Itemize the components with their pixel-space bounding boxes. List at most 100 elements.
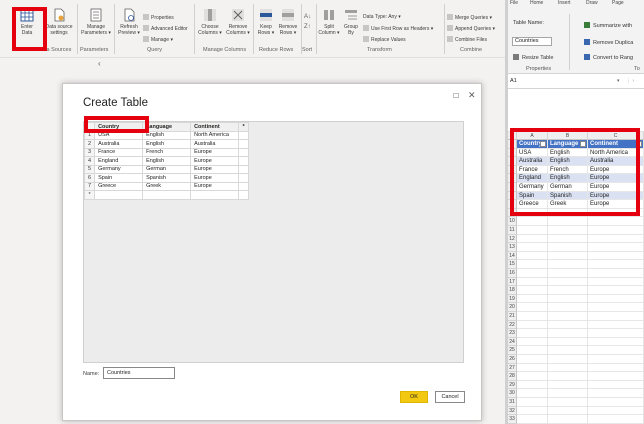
manage-button[interactable]: Manage ▾ [143, 36, 173, 43]
excel-table-cell[interactable]: North America [588, 148, 644, 158]
empty-sheet-cell[interactable] [548, 208, 588, 218]
empty-sheet-cell[interactable] [548, 303, 588, 312]
row-header[interactable]: 21 [508, 312, 517, 321]
summarize-pivot-button[interactable]: Summarize with [584, 22, 632, 29]
empty-sheet-cell[interactable] [548, 294, 588, 304]
cell-country[interactable]: USA [94, 130, 144, 140]
empty-sheet-cell[interactable] [548, 337, 588, 347]
empty-sheet-cell[interactable] [588, 329, 644, 338]
replace-values-button[interactable]: Replace Values [363, 36, 406, 43]
row-header[interactable]: 22 [508, 320, 517, 330]
empty-sheet-cell[interactable] [588, 346, 644, 355]
advanced-editor-button[interactable]: Advanced Editor [143, 25, 188, 32]
row-header[interactable]: 14 [508, 251, 517, 261]
row-header[interactable]: 23 [508, 329, 517, 338]
select-all-corner[interactable] [508, 132, 517, 140]
row-header[interactable]: 13 [508, 243, 517, 252]
cell-continent[interactable]: North America [190, 130, 240, 140]
empty-sheet-cell[interactable] [588, 415, 644, 424]
empty-sheet-cell[interactable] [517, 329, 548, 338]
remove-rows-button[interactable]: Remove Rows ▾ [277, 8, 299, 36]
empty-sheet-cell[interactable] [588, 226, 644, 235]
grid-new-row[interactable]: * [83, 190, 250, 200]
empty-sheet-cell[interactable] [517, 286, 548, 295]
remove-duplicates-button[interactable]: Remove Duplica [584, 39, 633, 46]
close-icon[interactable]: ✕ [468, 90, 476, 101]
empty-sheet-cell[interactable] [548, 320, 588, 330]
row-header[interactable]: 29 [508, 380, 517, 390]
empty-sheet-cell[interactable] [517, 355, 548, 364]
row-header[interactable]: 7 [508, 191, 517, 201]
empty-sheet-cell[interactable] [517, 415, 548, 424]
empty-cell[interactable] [238, 181, 250, 191]
excel-table-header-cell[interactable]: Language [548, 140, 588, 149]
empty-sheet-cell[interactable] [548, 286, 588, 295]
empty-sheet-cell[interactable] [588, 406, 644, 416]
row-header[interactable]: 16 [508, 269, 517, 278]
empty-sheet-cell[interactable] [588, 389, 644, 398]
empty-cell[interactable] [238, 164, 250, 174]
excel-table-cell[interactable]: Spanish [548, 191, 588, 201]
empty-cell[interactable] [142, 190, 192, 200]
cell-country[interactable]: Spain [94, 173, 144, 183]
empty-sheet-cell[interactable] [548, 363, 588, 373]
empty-sheet-cell[interactable] [588, 217, 644, 226]
cell-language[interactable]: French [142, 147, 192, 157]
filter-dropdown-icon[interactable] [636, 141, 642, 147]
empty-cell[interactable] [238, 173, 250, 183]
refresh-preview-button[interactable]: Refresh Preview ▾ [117, 8, 141, 36]
merge-queries-button[interactable]: Merge Queries ▾ [447, 14, 492, 21]
empty-sheet-cell[interactable] [588, 337, 644, 347]
table-name-input[interactable]: Countries [103, 367, 175, 379]
cell-country[interactable]: Greece [94, 181, 144, 191]
excel-table-header-cell[interactable]: Continent [588, 140, 644, 149]
excel-table-cell[interactable]: Australia [588, 157, 644, 166]
keep-rows-button[interactable]: Keep Rows ▾ [256, 8, 276, 36]
row-header[interactable]: 25 [508, 346, 517, 355]
excel-table-cell[interactable]: Europe [588, 174, 644, 183]
row-header[interactable]: 12 [508, 234, 517, 244]
empty-cell[interactable] [238, 130, 250, 140]
row-header[interactable]: 18 [508, 286, 517, 295]
column-header[interactable]: A [517, 132, 548, 140]
empty-sheet-cell[interactable] [517, 234, 548, 244]
row-header[interactable]: 30 [508, 389, 517, 398]
empty-sheet-cell[interactable] [517, 337, 548, 347]
empty-sheet-cell[interactable] [548, 312, 588, 321]
split-column-button[interactable]: Split Column ▾ [318, 8, 340, 36]
cell-continent[interactable]: Europe [190, 181, 240, 191]
empty-sheet-cell[interactable] [548, 217, 588, 226]
empty-sheet-cell[interactable] [588, 269, 644, 278]
empty-sheet-cell[interactable] [588, 243, 644, 252]
empty-sheet-cell[interactable] [588, 234, 644, 244]
empty-cell[interactable] [94, 190, 144, 200]
empty-sheet-cell[interactable] [548, 406, 588, 416]
excel-table-cell[interactable]: Europe [588, 183, 644, 192]
cell-continent[interactable]: Europe [190, 164, 240, 174]
empty-sheet-cell[interactable] [517, 380, 548, 390]
cell-continent[interactable]: Europe [190, 156, 240, 166]
group-by-button[interactable]: Group By [342, 8, 360, 36]
data-source-settings-button[interactable]: Data source settings [44, 8, 74, 36]
tab-file[interactable]: File [510, 0, 518, 6]
cell-language[interactable]: German [142, 164, 192, 174]
excel-table-cell[interactable]: Europe [588, 191, 644, 201]
empty-sheet-cell[interactable] [517, 251, 548, 261]
sort-icon[interactable]: A↓ Z↑ [303, 10, 313, 32]
name-box[interactable]: A1 [510, 78, 517, 84]
cell-country[interactable]: France [94, 147, 144, 157]
excel-table-cell[interactable]: USA [517, 148, 548, 158]
row-header[interactable]: 5 [508, 174, 517, 183]
cell-language[interactable]: English [142, 130, 192, 140]
excel-table-cell[interactable]: Spain [517, 191, 548, 201]
excel-table-cell[interactable]: English [548, 148, 588, 158]
append-queries-button[interactable]: Append Queries ▾ [447, 25, 495, 32]
tab-home[interactable]: Home [530, 0, 543, 6]
collapse-pane-chevron-icon[interactable]: ‹ [98, 59, 101, 68]
tab-page[interactable]: Page [612, 0, 624, 6]
cell-continent[interactable]: Australia [190, 139, 240, 149]
column-header-continent[interactable]: Continent [190, 122, 240, 132]
row-header[interactable]: 3 [508, 157, 517, 166]
empty-cell[interactable] [238, 190, 250, 200]
filter-dropdown-icon[interactable] [540, 141, 546, 147]
